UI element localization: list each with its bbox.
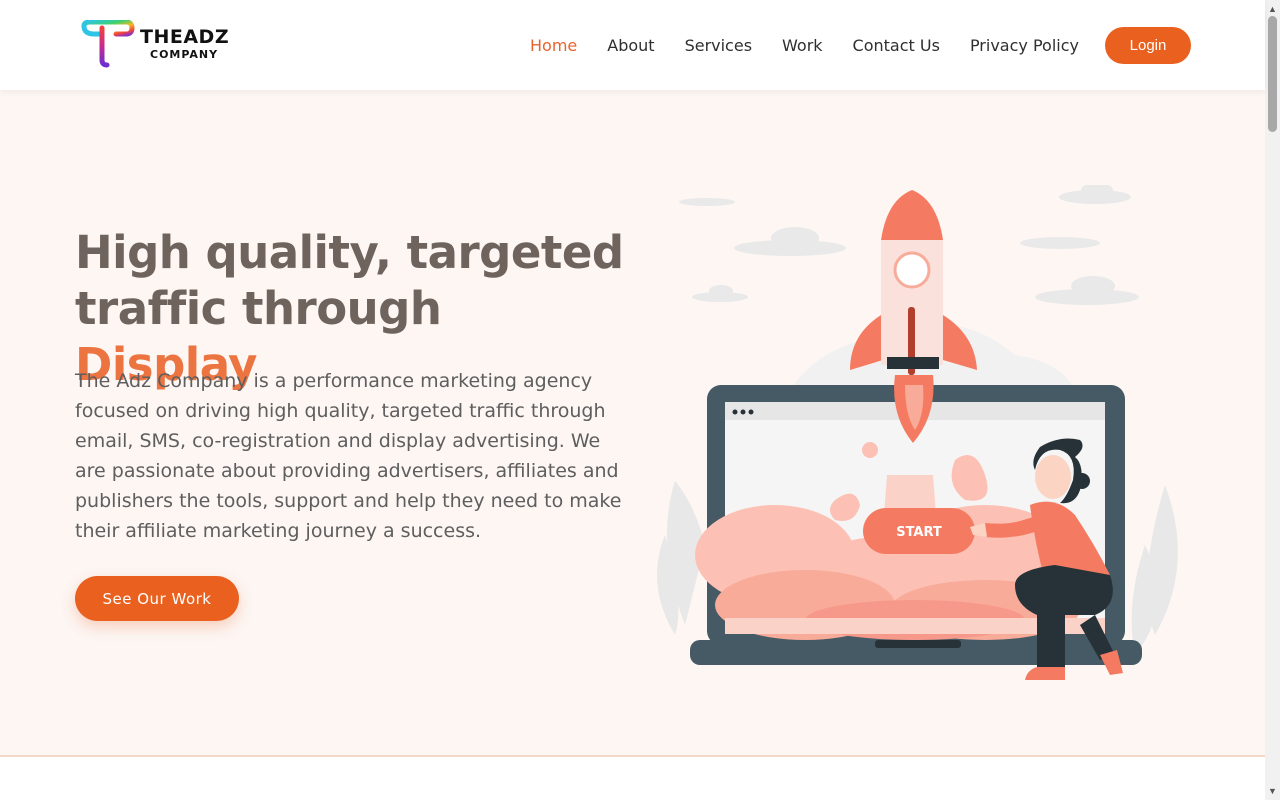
login-button[interactable]: Login [1105, 27, 1191, 64]
page: THEADZ COMPANY Home About Services Work … [0, 0, 1280, 800]
nav-item-privacy-policy[interactable]: Privacy Policy [970, 36, 1079, 55]
page-scrollbar[interactable]: ▲ ▼ [1265, 0, 1280, 800]
logo-name-line1: THEADZ [140, 26, 230, 48]
hero-section: High quality, targeted traffic through D… [0, 90, 1265, 757]
scrollbar-thumb[interactable] [1268, 16, 1277, 132]
site-header: THEADZ COMPANY Home About Services Work … [0, 0, 1265, 90]
nav-item-services[interactable]: Services [685, 36, 752, 55]
brand-logo[interactable]: THEADZ COMPANY [80, 20, 240, 68]
logo-text: THEADZ COMPANY [140, 26, 230, 61]
hero-title-text: High quality, targeted traffic through [75, 226, 624, 335]
main-nav: Home About Services Work Contact Us Priv… [530, 0, 1109, 90]
rocket [850, 190, 977, 375]
hero-description: The Adz Company is a performance marketi… [75, 370, 622, 542]
scroll-up-arrow-icon[interactable]: ▲ [1265, 4, 1280, 14]
nav-item-about[interactable]: About [607, 36, 654, 55]
see-our-work-button[interactable]: See Our Work [75, 576, 239, 621]
scroll-down-arrow-icon[interactable]: ▼ [1265, 786, 1280, 796]
nav-item-home[interactable]: Home [530, 36, 577, 55]
nav-item-contact-us[interactable]: Contact Us [853, 36, 940, 55]
nav-item-work[interactable]: Work [782, 36, 823, 55]
laptop-notch [875, 640, 961, 648]
illustration-start-label: START [896, 525, 942, 540]
logo-name-line2: COMPANY [150, 48, 219, 61]
browser-dots [732, 409, 754, 415]
rocket-launch-illustration: START [657, 185, 1178, 680]
logo-t-icon [81, 20, 135, 68]
